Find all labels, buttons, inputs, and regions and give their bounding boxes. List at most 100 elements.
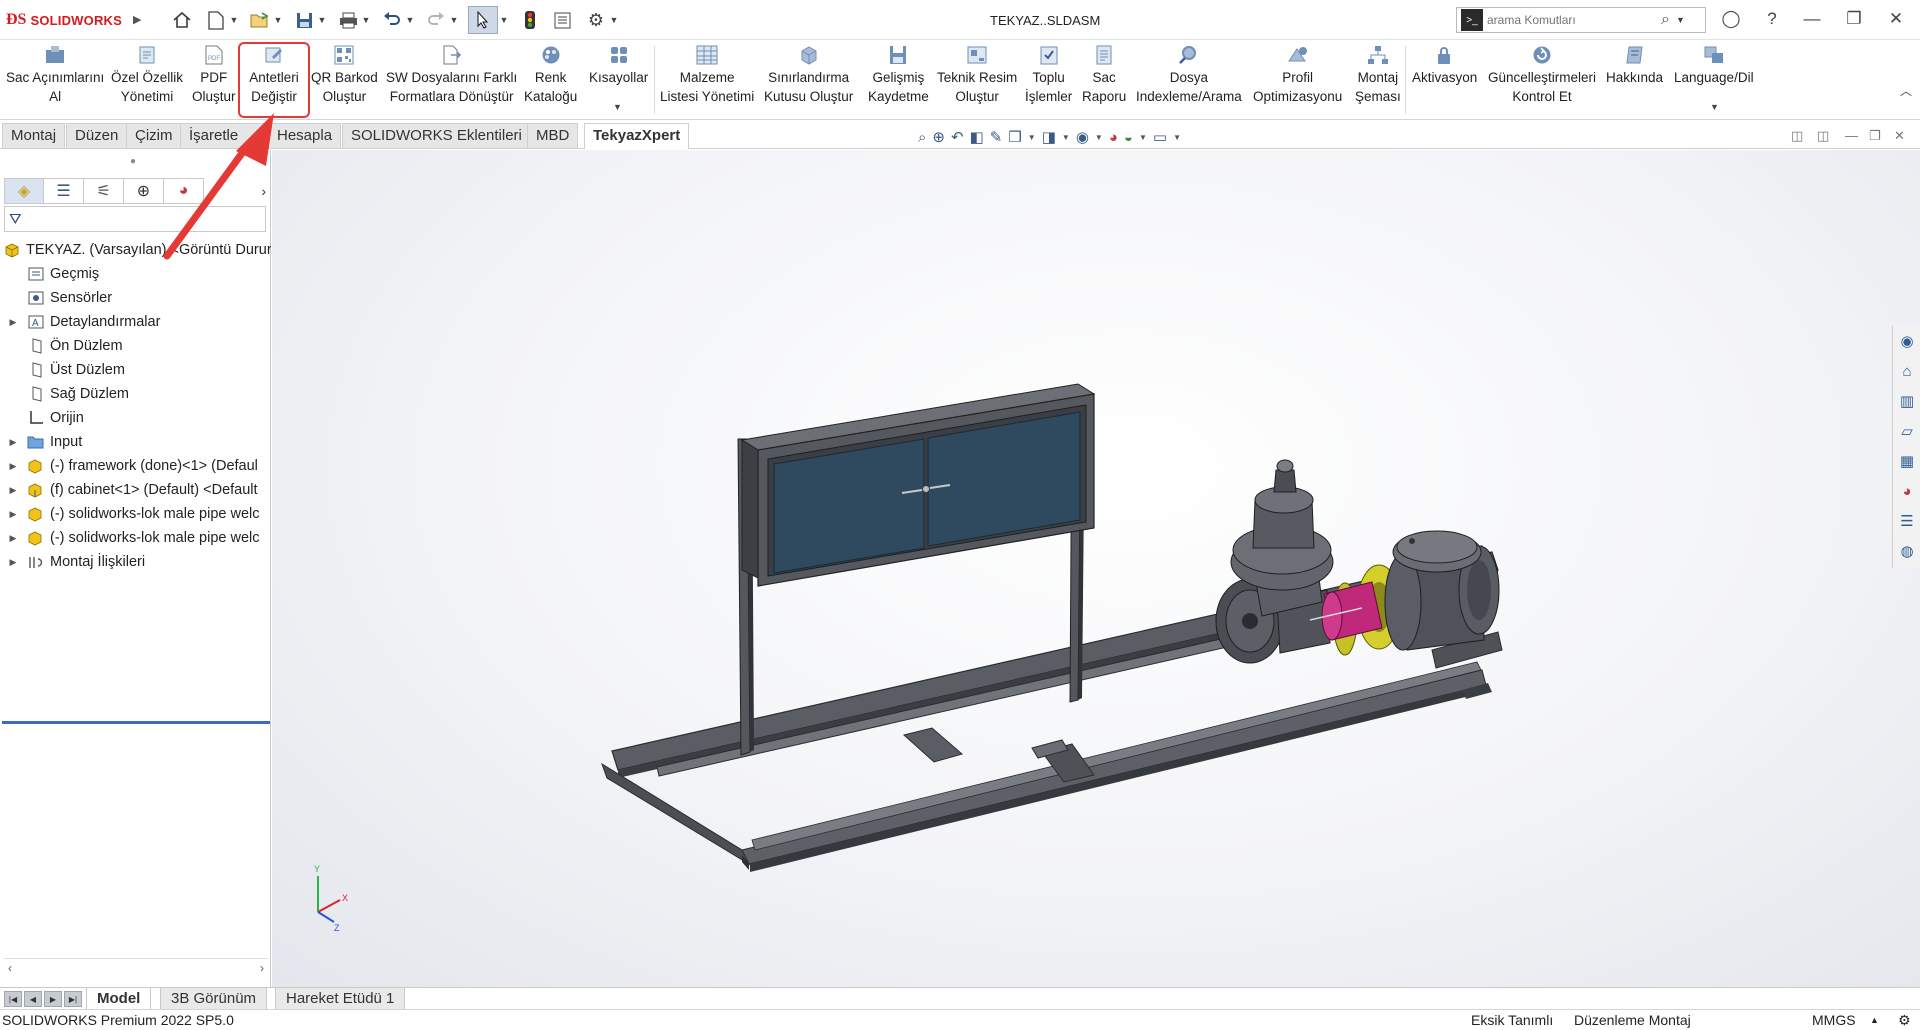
tab-solidworks-addins[interactable]: SOLIDWORKS Eklentileri — [342, 123, 531, 148]
print-icon[interactable] — [336, 6, 360, 34]
tree-item-top-plane[interactable]: Üst Düzlem — [0, 358, 271, 382]
tile-right-icon[interactable]: ◫ — [1817, 128, 1829, 144]
edit-appearance-icon[interactable]: ◕ — [1109, 129, 1118, 146]
about-button[interactable]: Hakkında — [1606, 44, 1663, 116]
solidworks-forum-icon[interactable]: ◍ — [1893, 536, 1920, 566]
chevron-down-icon[interactable]: ▼ — [1173, 133, 1181, 142]
minimize-icon[interactable]: — — [1800, 9, 1824, 29]
property-manager-tab-icon[interactable]: ☰ — [44, 178, 84, 204]
solidworks-logo[interactable]: ƉS SOLIDWORKS — [6, 10, 122, 30]
menu-expand-arrow-icon[interactable]: ▶ — [133, 13, 141, 26]
tree-item-annotations[interactable]: ▶ A Detaylandırmalar — [0, 310, 271, 334]
chevron-down-icon[interactable]: ▼ — [1710, 102, 1719, 112]
unit-system[interactable]: MMGS — [1812, 1012, 1856, 1028]
bom-management-button[interactable]: Malzeme Listesi Yönetimi — [660, 44, 754, 116]
next-tab-icon[interactable]: ▶ — [44, 991, 62, 1007]
file-properties-icon[interactable] — [550, 6, 574, 34]
tab-montaj[interactable]: Montaj — [2, 123, 66, 148]
display-style-icon[interactable]: ◨ — [1042, 128, 1056, 146]
configuration-manager-tab-icon[interactable]: ⚟ — [84, 178, 124, 204]
tree-item-framework[interactable]: ▶ (-) framework (done)<1> (Defaul — [0, 454, 271, 478]
tree-item-mates[interactable]: ▶ Montaj İlişkileri — [0, 550, 271, 574]
tab-hesapla[interactable]: Hesapla — [268, 123, 342, 148]
chevron-down-icon[interactable]: ▼ — [360, 6, 372, 34]
tree-item-right-plane[interactable]: Sağ Düzlem — [0, 382, 271, 406]
batch-operations-button[interactable]: Toplu İşlemler — [1025, 44, 1072, 116]
check-updates-button[interactable]: Güncelleştirmeleri Kontrol Et — [1488, 44, 1596, 116]
rebuild-traffic-light-icon[interactable] — [518, 6, 542, 34]
tab-model[interactable]: Model — [86, 988, 152, 1010]
home-icon[interactable] — [170, 6, 194, 34]
tree-item-front-plane[interactable]: Ön Düzlem — [0, 334, 271, 358]
options-gear-icon[interactable]: ⚙ — [584, 6, 608, 34]
view-settings-icon[interactable]: ▭ — [1153, 128, 1167, 146]
expand-arrow-icon[interactable]: ▶ — [8, 454, 18, 478]
solidworks-resources-icon[interactable]: ◉ — [1893, 326, 1920, 356]
graphics-area[interactable]: Y X Z ◉ ⌂ ▥ ▱ ▦ ◕ ☰ ◍ — [272, 150, 1920, 987]
dynamic-annotation-icon[interactable]: ✎ — [990, 128, 1003, 146]
chevron-right-icon[interactable]: › — [260, 961, 264, 975]
tab-isaretle[interactable]: İşaretle — [180, 123, 270, 148]
sheet-report-button[interactable]: Sac Raporu — [1082, 44, 1126, 116]
chevron-down-icon[interactable]: ▼ — [228, 6, 240, 34]
chevron-left-icon[interactable]: ‹ — [8, 961, 12, 975]
chevron-down-icon[interactable]: ▼ — [316, 6, 328, 34]
tree-item-pipe-weld-2[interactable]: ▶ (-) solidworks-lok male pipe welc — [0, 526, 271, 550]
qr-barcode-button[interactable]: QR Barkod Oluştur — [311, 44, 378, 116]
chevron-down-icon[interactable]: ▼ — [448, 6, 460, 34]
tab-tekyazxpert[interactable]: TekyazXpert — [584, 123, 690, 149]
custom-properties-button[interactable]: Özel Özellik Yönetimi — [111, 44, 183, 116]
color-catalog-button[interactable]: Renk Kataloğu — [524, 44, 577, 116]
tab-motion-study[interactable]: Hareket Etüdü 1 — [275, 988, 406, 1010]
search-icon[interactable]: ⌕ — [1661, 11, 1670, 29]
chevron-down-icon[interactable]: ▼ — [608, 6, 620, 34]
user-account-icon[interactable]: ◯ — [1719, 9, 1743, 29]
close-icon[interactable]: ✕ — [1884, 9, 1908, 29]
file-explorer-icon[interactable]: ▱ — [1893, 416, 1920, 446]
chevron-down-icon[interactable]: ▼ — [404, 6, 416, 34]
sheet-unfold-button[interactable]: Sac Açınımlarını Al — [6, 44, 104, 116]
tree-item-origin[interactable]: Orijin — [0, 406, 271, 430]
pdf-create-button[interactable]: PDF PDF Oluştur — [192, 44, 236, 116]
chevron-down-icon[interactable]: ▼ — [1095, 133, 1103, 142]
tree-item-sensors[interactable]: Sensörler — [0, 286, 271, 310]
view-orientation-icon[interactable]: ❒ — [1008, 128, 1021, 146]
help-icon[interactable]: ? — [1760, 9, 1784, 29]
previous-tab-icon[interactable]: ◀ — [24, 991, 42, 1007]
tree-item-cabinet[interactable]: ▶ (f) cabinet<1> (Default) <Default — [0, 478, 271, 502]
expand-arrow-icon[interactable]: ▶ — [8, 550, 18, 574]
custom-properties-icon[interactable]: ☰ — [1893, 506, 1920, 536]
chevron-down-icon[interactable]: ▼ — [613, 102, 622, 112]
new-document-icon[interactable] — [204, 6, 228, 34]
command-search[interactable]: >_ ⌕ ▼ — [1456, 7, 1706, 33]
doc-minimize-icon[interactable]: — — [1845, 128, 1858, 143]
chevron-down-icon[interactable]: ▼ — [1028, 133, 1036, 142]
chevron-up-icon[interactable]: ▲ — [1870, 1015, 1879, 1025]
tree-root-assembly[interactable]: TEKYAZ. (Varsayılan) <Görüntü Durur — [4, 238, 271, 262]
zoom-to-area-icon[interactable]: ⊕ — [932, 128, 945, 146]
convert-formats-button[interactable]: SW Dosyalarını Farklı Formatlara Dönüştü… — [386, 44, 517, 116]
tree-item-history[interactable]: Geçmiş — [0, 262, 271, 286]
undo-icon[interactable] — [380, 6, 404, 34]
display-manager-tab-icon[interactable]: ◕ — [164, 178, 204, 204]
assembly-model[interactable]: Y X Z — [272, 150, 1920, 987]
change-title-blocks-button[interactable]: Antetleri Değiştir — [238, 42, 310, 118]
activation-button[interactable]: Aktivasyon — [1412, 44, 1477, 116]
doc-restore-icon[interactable]: ❐ — [1869, 128, 1881, 144]
tree-filter[interactable]: ⛛ — [4, 206, 266, 232]
home-icon[interactable]: ⌂ — [1893, 356, 1920, 386]
profile-optimization-button[interactable]: Profil Optimizasyonu — [1253, 44, 1342, 116]
section-view-icon[interactable]: ◧ — [970, 128, 984, 146]
tab-mbd[interactable]: MBD — [527, 123, 579, 148]
last-tab-icon[interactable]: ▶| — [64, 991, 82, 1007]
collapse-ribbon-icon[interactable]: ︿ — [1900, 82, 1912, 99]
design-library-icon[interactable]: ▥ — [1893, 386, 1920, 416]
expand-arrow-icon[interactable]: ▶ — [8, 478, 18, 502]
tab-3d-view[interactable]: 3B Görünüm — [160, 988, 268, 1010]
tree-item-pipe-weld-1[interactable]: ▶ (-) solidworks-lok male pipe welc — [0, 502, 271, 526]
restore-icon[interactable]: ❐ — [1842, 9, 1866, 29]
panel-grip-icon[interactable]: ● — [130, 156, 136, 167]
chevron-down-icon[interactable]: ▼ — [1676, 15, 1685, 25]
apply-scene-icon[interactable]: ◒ — [1124, 129, 1133, 146]
chevron-down-icon[interactable]: ▼ — [1139, 133, 1147, 142]
